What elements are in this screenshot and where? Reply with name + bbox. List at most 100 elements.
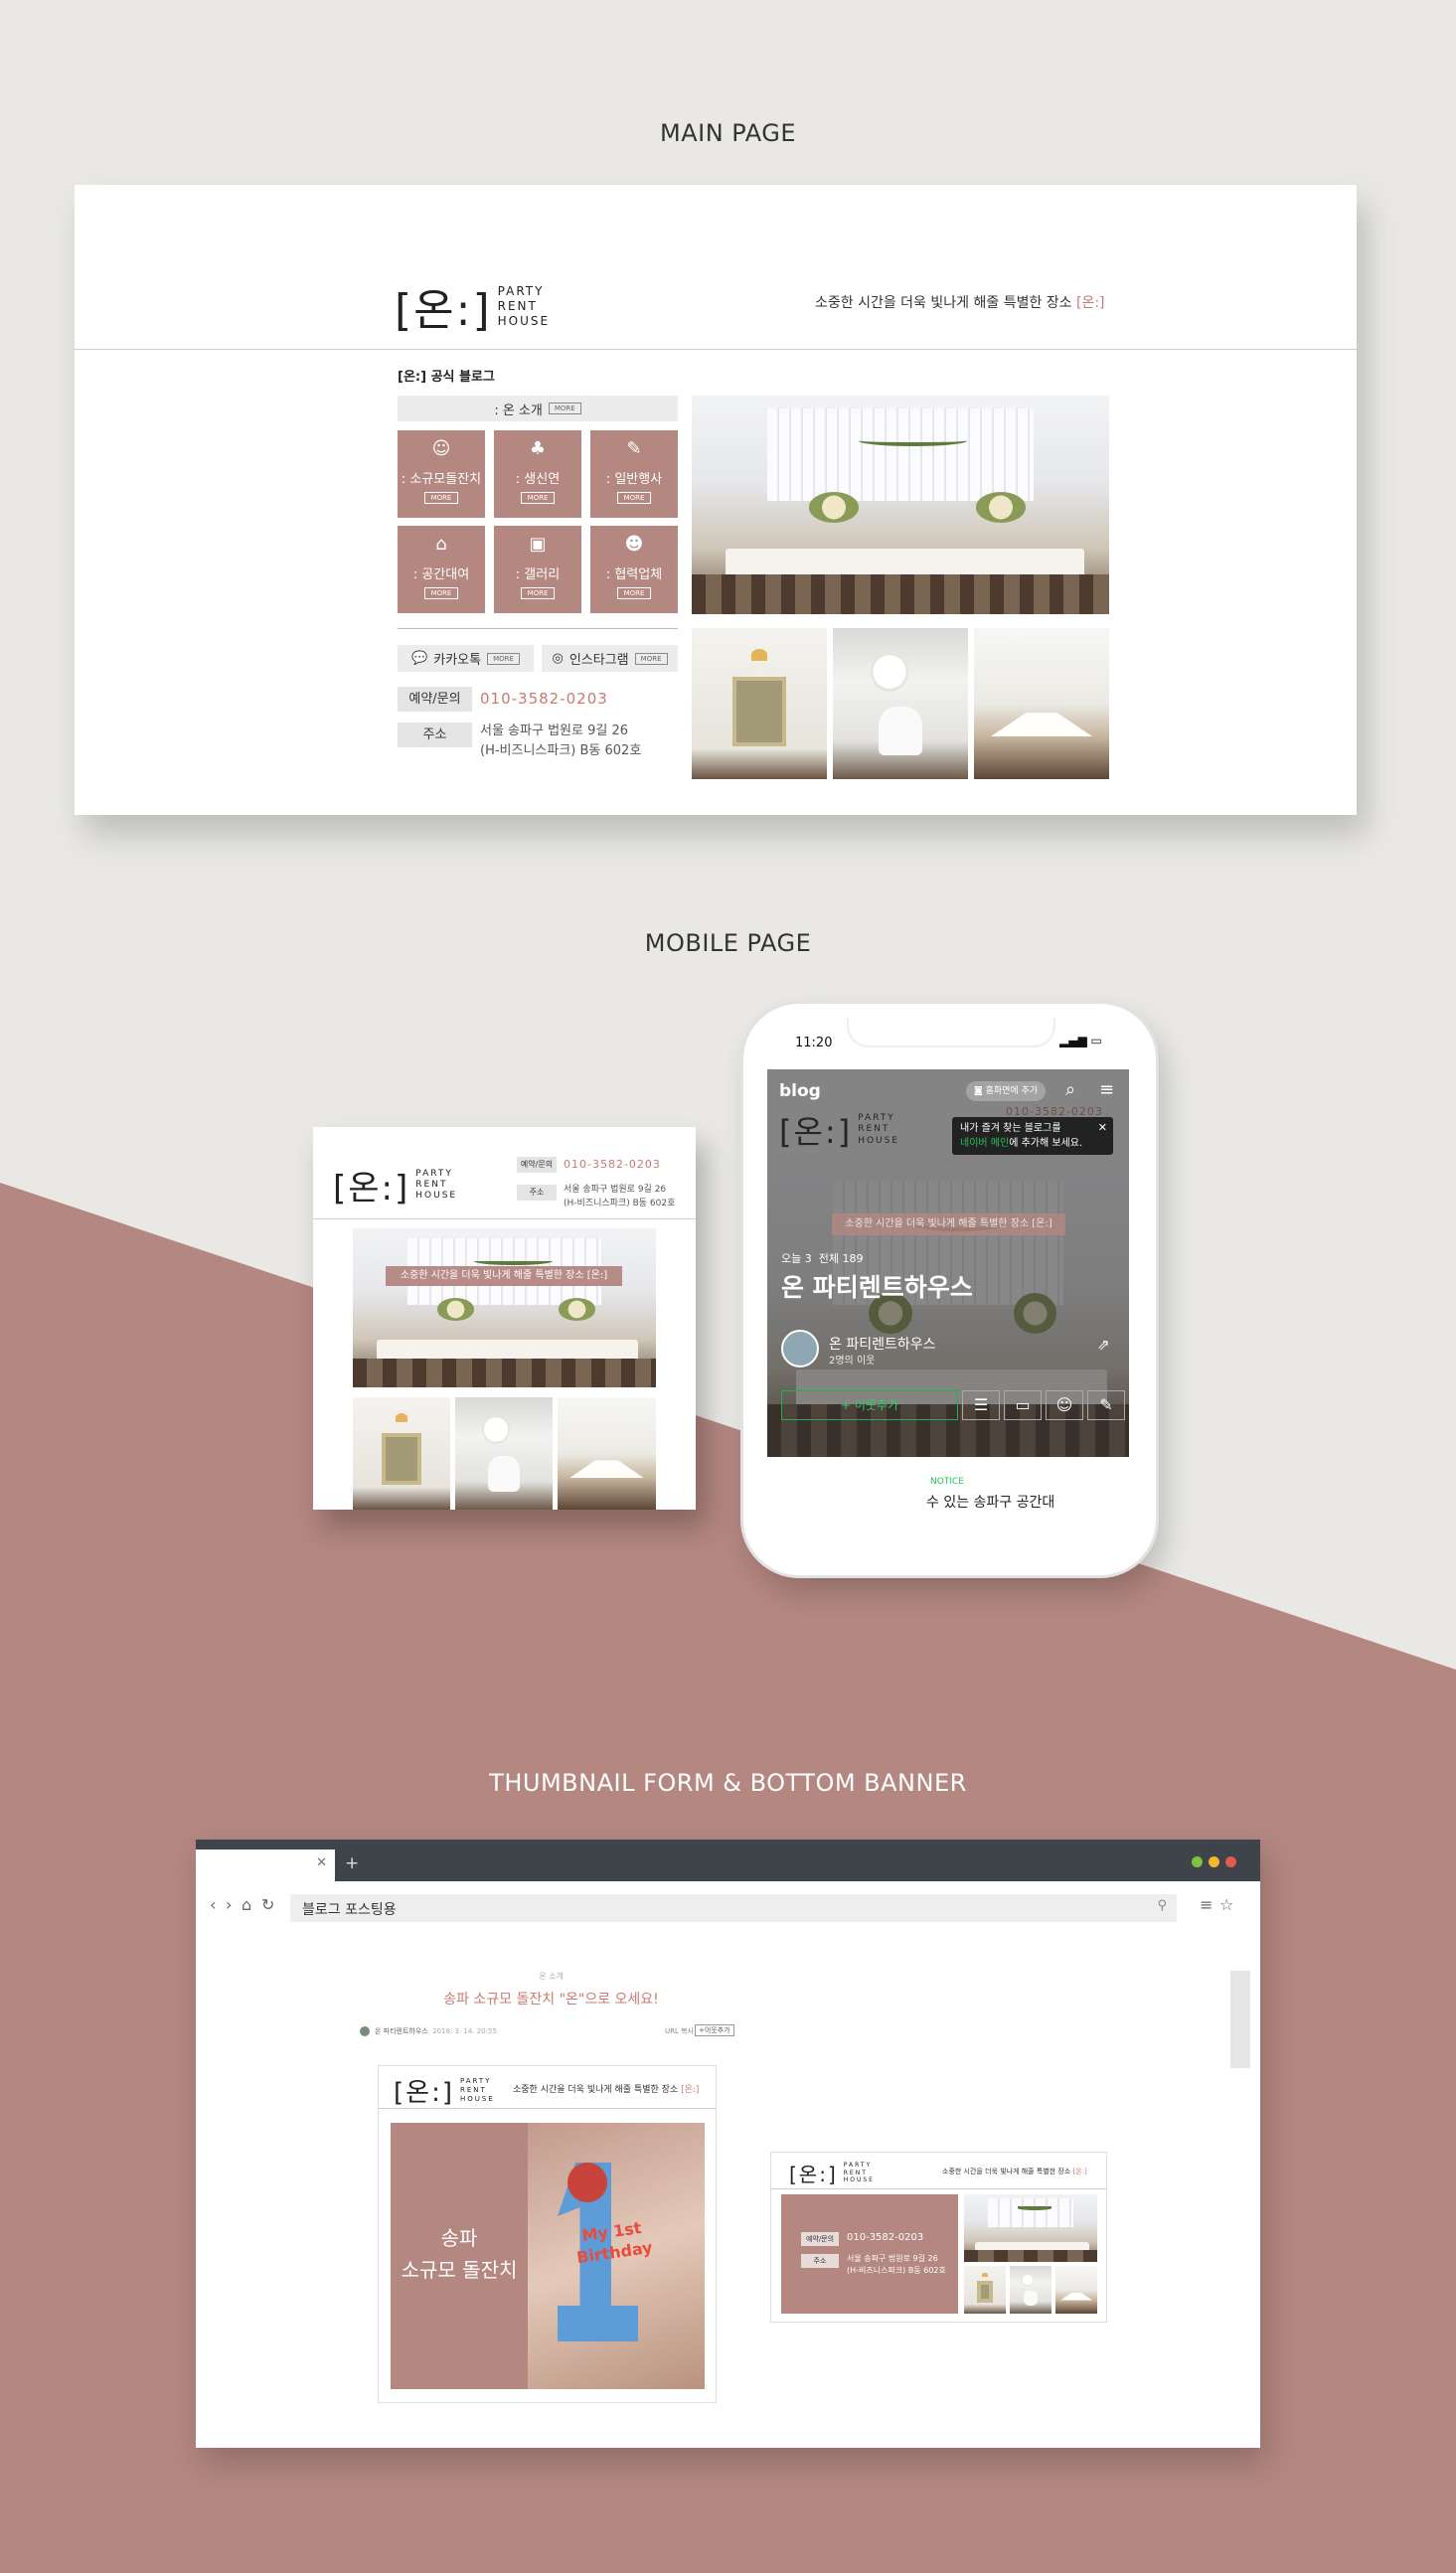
- window-dot-yellow[interactable]: [1209, 1856, 1219, 1867]
- long-table-photo: [1055, 2266, 1097, 2314]
- pencil-icon: ✎: [626, 438, 642, 459]
- neighbor-add-button[interactable]: +이웃추가: [695, 2024, 734, 2036]
- refresh-icon[interactable]: ↻: [261, 1895, 274, 1914]
- tile-gallery[interactable]: ▣ : 갤러리 MORE: [494, 526, 581, 613]
- tagline-accent: [온:]: [1072, 2168, 1087, 2175]
- add-home-button[interactable]: ◙ 홈화면에 추가: [966, 1081, 1047, 1101]
- image-icon: ▣: [529, 534, 547, 555]
- address-line-1: 서울 송파구 법원로 9길 26: [564, 1185, 667, 1195]
- browser-window: ✕ + ‹ › ⌂ ↻ 블로그 포스팅용 ⚲ ≡ ☆ 온 소개 송파 소규모 돌…: [196, 1840, 1260, 2448]
- instagram-button[interactable]: ◎ 인스타그램 MORE: [542, 645, 678, 672]
- brand-logo[interactable]: [온:] PARTY RENT HOUSE: [395, 274, 550, 338]
- new-tab-icon[interactable]: +: [345, 1853, 359, 1873]
- post-category[interactable]: 온 소개: [196, 1971, 906, 1982]
- long-table-photo[interactable]: [974, 628, 1109, 779]
- mobile-page-preview: [온:] PARTY RENT HOUSE 예약/문의 010-3582-020…: [313, 1127, 696, 1510]
- phone-number[interactable]: 010-3582-0203: [480, 690, 608, 708]
- camera-icon: ◙: [974, 1086, 986, 1096]
- browser-titlebar: ✕ +: [196, 1840, 1260, 1881]
- brand-logo: [온:] PARTY RENT HOUSE: [789, 2159, 875, 2187]
- browser-tab[interactable]: ✕: [196, 1849, 335, 1881]
- address-line-1: 서울 송파구 법원로 9길 26: [847, 2254, 938, 2263]
- window-dot-green[interactable]: [1192, 1856, 1203, 1867]
- close-icon[interactable]: ✕: [1098, 1120, 1107, 1136]
- blog-logo[interactable]: blog: [779, 1081, 821, 1101]
- white-table-photo[interactable]: [833, 628, 968, 779]
- add-neighbor-button[interactable]: + 이웃추가: [781, 1390, 958, 1420]
- menu-icon[interactable]: ≡: [1099, 1079, 1114, 1100]
- tooltip-line-1: 내가 즐겨 찾는 블로그를: [960, 1123, 1061, 1134]
- today-count: 오늘 3: [781, 1252, 812, 1265]
- section-title-main: MAIN PAGE: [660, 119, 796, 147]
- address-label: 주소: [801, 2254, 839, 2268]
- brand-logo[interactable]: [온:] PARTY RENT HOUSE: [333, 1161, 457, 1209]
- logo-mark: [온:]: [333, 1169, 410, 1208]
- phone-number[interactable]: 010-3582-0203: [847, 2232, 923, 2243]
- back-icon[interactable]: ‹: [210, 1895, 216, 1914]
- tile-birthday-party[interactable]: ♣ : 생신연 MORE: [494, 430, 581, 518]
- more-badge: MORE: [487, 652, 520, 665]
- more-badge: MORE: [634, 652, 668, 665]
- thumbnail-line-2: 소규모 돌잔치: [401, 2258, 518, 2282]
- write-icon[interactable]: ✎: [1087, 1390, 1125, 1420]
- phone-number[interactable]: 010-3582-0203: [564, 1158, 661, 1171]
- tagline-text: 소중한 시간을 더욱 빛나게 해줄 특별한 장소: [942, 2168, 1073, 2175]
- more-badge: MORE: [424, 492, 458, 504]
- main-dining-photo[interactable]: [692, 396, 1109, 614]
- comment-icon[interactable]: ▭: [1004, 1390, 1042, 1420]
- frame-photo[interactable]: [353, 1397, 450, 1510]
- signal-battery-icon: ▂▄▆ ▭: [1059, 1034, 1102, 1047]
- tile-space-rental[interactable]: ⌂ : 공간대여 MORE: [398, 526, 485, 613]
- address-label: 주소: [517, 1185, 557, 1201]
- logo-mark: [온:]: [394, 2078, 454, 2108]
- baby-icon: ☺: [431, 438, 451, 459]
- bottom-banner: [온:] PARTY RENT HOUSE 소중한 시간을 더욱 빛나게 해줄 …: [770, 2152, 1107, 2323]
- post-date: 2018. 3. 14. 20:55: [432, 2027, 497, 2035]
- address-line-2: (H-비즈니스파크) B동 602호: [847, 2266, 946, 2275]
- long-table-photo[interactable]: [558, 1397, 656, 1510]
- neighbor-count: 2명의 이웃: [829, 1356, 876, 1367]
- notice-text[interactable]: 수 있는 송파구 공간대: [926, 1492, 1054, 1512]
- star-icon[interactable]: ☆: [1219, 1895, 1233, 1914]
- tile-general-event[interactable]: ✎ : 일반행사 MORE: [590, 430, 678, 518]
- address: 서울 송파구 법원로 9길 26 (H-비즈니스파크) B동 602호: [847, 2253, 946, 2277]
- tooltip-line-2: 에 추가해 보세요.: [1009, 1137, 1083, 1149]
- scrollbar[interactable]: [1230, 1971, 1250, 2068]
- notice-label: NOTICE: [930, 1477, 964, 1487]
- visitor-count: 오늘 3 전체 189: [781, 1250, 863, 1266]
- frame-photo: [964, 2266, 1006, 2314]
- tile-first-birthday[interactable]: ☺ : 소규모돌잔치 MORE: [398, 430, 485, 518]
- white-table-photo[interactable]: [455, 1397, 553, 1510]
- tagline-text: 소중한 시간을 더욱 빛나게 해줄 특별한 장소: [513, 2085, 682, 2095]
- chat-icon: 💬: [411, 651, 428, 666]
- location-icon[interactable]: ⚲: [1157, 1898, 1167, 1913]
- author-avatar[interactable]: [360, 2026, 370, 2036]
- search-icon[interactable]: ⌕: [1065, 1079, 1075, 1100]
- list-icon[interactable]: ☰: [962, 1390, 1000, 1420]
- people-icon: ☻: [624, 534, 644, 555]
- kakaotalk-button[interactable]: 💬 카카오톡 MORE: [398, 645, 534, 672]
- window-dot-red[interactable]: [1225, 1856, 1236, 1867]
- thumbnail-line-1: 송파: [440, 2226, 478, 2250]
- frame-photo[interactable]: [692, 628, 827, 779]
- address-line-2: (H-비즈니스파크) B동 602호: [480, 742, 642, 758]
- avatar[interactable]: [781, 1330, 819, 1367]
- header-divider: [771, 2188, 1106, 2189]
- forward-icon[interactable]: ›: [226, 1895, 232, 1914]
- home-icon[interactable]: ⌂: [242, 1895, 251, 1914]
- tile-partners[interactable]: ☻ : 협력업체 MORE: [590, 526, 678, 613]
- post-title: 송파 소규모 돌잔치 "온"으로 오세요!: [443, 1992, 659, 2008]
- main-dining-photo[interactable]: [353, 1228, 656, 1387]
- profile-icon[interactable]: ☺: [1046, 1390, 1083, 1420]
- url-copy[interactable]: URL 복사: [665, 2026, 694, 2036]
- menu-icon[interactable]: ≡: [1200, 1895, 1213, 1914]
- logo-line-party: PARTY: [415, 1168, 453, 1179]
- intro-button[interactable]: : 온 소개 MORE: [398, 396, 678, 421]
- logo-line-rent: RENT: [415, 1179, 448, 1190]
- address: 서울 송파구 법원로 9길 26 (H-비즈니스파크) B동 602호: [564, 1184, 675, 1210]
- close-tab-icon[interactable]: ✕: [316, 1855, 327, 1870]
- logo-line-house: HOUSE: [459, 2094, 495, 2103]
- share-icon[interactable]: ⇗: [1097, 1336, 1110, 1354]
- intro-label: : 온 소개: [494, 402, 543, 418]
- address-bar[interactable]: 블로그 포스팅용 ⚲: [290, 1894, 1177, 1922]
